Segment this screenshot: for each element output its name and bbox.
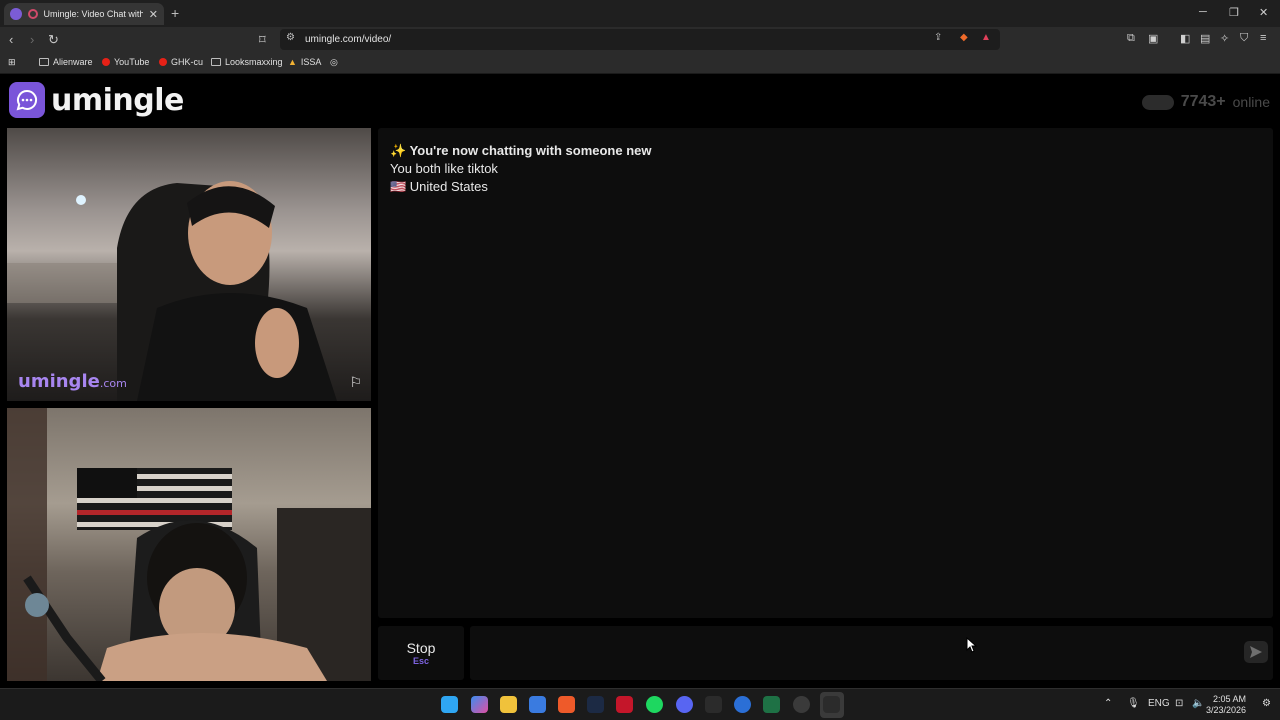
- youtube-icon: [102, 58, 110, 66]
- steam-icon[interactable]: [587, 696, 604, 713]
- leo-ai-icon[interactable]: ✧: [1220, 32, 1229, 45]
- bookmarks-bar: ⊞ Alienware YouTube GHK-cu Looksmaxxing …: [0, 52, 1280, 74]
- spotify-icon[interactable]: [646, 696, 663, 713]
- stop-label: Stop: [406, 640, 436, 656]
- send-icon: [1250, 646, 1262, 658]
- youtube-icon: [159, 58, 167, 66]
- issa-icon: ▲: [288, 57, 297, 67]
- chat-country: 🇺🇸 United States: [390, 179, 488, 194]
- mouse-cursor-icon: [966, 637, 978, 653]
- umingle-watermark: umingle.com: [18, 371, 127, 392]
- site-info-icon[interactable]: ⚙: [286, 32, 295, 43]
- chat-bubble-icon: [9, 82, 45, 118]
- volume-icon[interactable]: 🔈: [1192, 698, 1204, 709]
- share-icon[interactable]: ⇪: [934, 32, 942, 43]
- stop-button[interactable]: Stop Esc: [378, 626, 464, 680]
- chat-panel: ✨ You're now chatting with someone new Y…: [378, 128, 1273, 618]
- discord-icon[interactable]: [676, 696, 693, 713]
- watermark-suffix: .com: [99, 377, 127, 390]
- excel-icon[interactable]: [763, 696, 780, 713]
- forward-icon[interactable]: ›: [30, 32, 34, 47]
- bookmark-label: Alienware: [53, 57, 93, 67]
- extensions-icon[interactable]: ⧉: [1127, 32, 1135, 45]
- sidebar-toggle-icon[interactable]: ◧: [1180, 32, 1190, 45]
- stranger-video: umingle.com ⚐: [7, 128, 371, 401]
- report-flag-icon[interactable]: ⚐: [349, 374, 362, 391]
- tab-search-icon[interactable]: ▣: [1148, 32, 1158, 45]
- bookmark-youtube[interactable]: YouTube: [102, 57, 149, 67]
- online-toggle[interactable]: [1141, 94, 1174, 110]
- copilot-icon[interactable]: [471, 696, 488, 713]
- chat-common-interest: You both like tiktok: [390, 161, 498, 176]
- bookmark-ghk-cu[interactable]: GHK-cu: [159, 57, 203, 67]
- recording-indicator-icon: [27, 9, 38, 19]
- epic-games-icon[interactable]: [705, 696, 722, 713]
- bookmark-label: Looksmaxxing: [225, 57, 283, 67]
- bookmark-label: YouTube: [114, 57, 150, 67]
- restore-icon[interactable]: ❐: [1229, 6, 1239, 19]
- url-text: umingle.com/video/: [305, 34, 392, 45]
- flag-stripes: [77, 468, 232, 530]
- folder-icon: [211, 58, 221, 66]
- chat-system-message: ✨ You're now chatting with someone new: [390, 143, 652, 158]
- clock-time: 2:05 AM: [1212, 694, 1246, 704]
- brave-browser-icon[interactable]: [558, 696, 575, 713]
- bookmark-icon[interactable]: ⌑: [259, 32, 266, 48]
- store-icon[interactable]: [529, 696, 546, 713]
- wallet-icon[interactable]: ▤: [1200, 32, 1210, 45]
- alienware-icon[interactable]: [616, 696, 633, 713]
- language-indicator[interactable]: ENG: [1148, 698, 1170, 709]
- bookmark-looksmaxxing[interactable]: Looksmaxxing: [211, 57, 283, 67]
- app-installer-icon[interactable]: [734, 696, 751, 713]
- address-bar-row: ‹ › ↻ ⌑ ⚙ umingle.com/video/ ⇪ ◆ ▲: [0, 27, 1280, 52]
- windows-taskbar: ⌃ 🎙 ENG ⊡ 🔈 2:05 AM 3/23/2026 ⚙: [0, 688, 1280, 720]
- bookmark-issa[interactable]: ▲ ISSA: [288, 57, 321, 67]
- umingle-page: umingle 7743+ online umingle.com ⚐ ✨ You…: [0, 75, 1280, 685]
- self-video: [7, 408, 371, 681]
- window-close-icon[interactable]: ✕: [1259, 6, 1268, 19]
- message-input[interactable]: [470, 626, 1273, 680]
- network-icon[interactable]: ⊡: [1175, 698, 1183, 709]
- back-icon[interactable]: ‹: [9, 32, 13, 47]
- apps-grid-icon[interactable]: ⊞: [8, 57, 16, 68]
- menu-icon[interactable]: ≡: [1260, 32, 1266, 44]
- start-icon[interactable]: [441, 696, 458, 713]
- logo-text: umingle: [51, 82, 184, 118]
- epic-games-active-icon[interactable]: [823, 696, 840, 713]
- watermark-main: umingle: [18, 371, 100, 392]
- steelseries-icon[interactable]: [793, 696, 810, 713]
- vpn-icon[interactable]: ⛉: [1240, 32, 1248, 45]
- stop-shortcut: Esc: [412, 656, 429, 666]
- brave-shields-icon[interactable]: ◆: [960, 32, 968, 43]
- globe-bookmark-icon[interactable]: ◎: [330, 57, 338, 68]
- bookmark-label: ISSA: [300, 57, 322, 67]
- clock-date: 3/23/2026: [1205, 705, 1246, 715]
- browser-titlebar: Umingle: Video Chat with Strangers ✕ + ─…: [0, 0, 1280, 27]
- tab-title: Umingle: Video Chat with Strangers: [43, 9, 143, 19]
- url-field[interactable]: ⚙ umingle.com/video/ ⇪ ◆ ▲: [280, 29, 1000, 50]
- folder-icon: [39, 58, 49, 66]
- taskbar-clock[interactable]: 2:05 AM 3/23/2026: [1206, 694, 1246, 716]
- bookmark-label: GHK-cu: [171, 57, 204, 67]
- self-video-frame: [7, 408, 371, 681]
- reload-icon[interactable]: ↻: [48, 32, 59, 48]
- umingle-favicon-icon: [10, 8, 22, 20]
- brave-rewards-icon[interactable]: ▲: [981, 32, 991, 43]
- bookmark-alienware[interactable]: Alienware: [39, 57, 93, 67]
- stranger-video-frame: [7, 181, 337, 401]
- tray-overflow-icon[interactable]: ⌃: [1104, 698, 1112, 709]
- notifications-icon[interactable]: ⚙: [1262, 698, 1271, 709]
- online-count: 7743+: [1180, 93, 1226, 110]
- new-tab-button[interactable]: +: [171, 5, 179, 21]
- site-logo[interactable]: umingle: [9, 82, 184, 118]
- online-counter: 7743+ online: [1141, 93, 1270, 111]
- tab-close-icon[interactable]: ✕: [149, 8, 158, 21]
- file-explorer-icon[interactable]: [500, 696, 517, 713]
- send-button[interactable]: [1244, 641, 1268, 663]
- minimize-icon[interactable]: ─: [1199, 6, 1207, 18]
- microphone-icon[interactable]: 🎙: [1127, 698, 1140, 709]
- browser-tab-active[interactable]: Umingle: Video Chat with Strangers ✕: [4, 3, 164, 25]
- online-label: online: [1232, 94, 1270, 110]
